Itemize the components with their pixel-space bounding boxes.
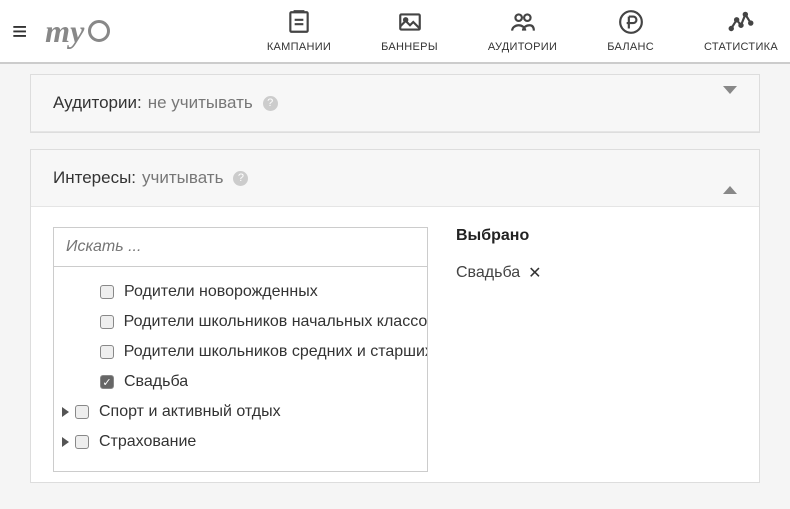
tree-label: Родители школьников начальных классов	[124, 313, 427, 331]
topbar: ≡ my КАМПАНИИ БАННЕРЫ АУДИТОРИИ	[0, 0, 790, 64]
audiences-icon	[510, 9, 536, 35]
nav-stats[interactable]: СТАТИСТИКА	[704, 9, 778, 53]
logo-text: my	[45, 13, 84, 50]
panel-value: учитывать	[142, 168, 223, 188]
tree-item[interactable]: Родители новорожденных	[54, 277, 427, 307]
stats-icon	[728, 9, 754, 35]
panel-title: Аудитории:	[53, 93, 142, 113]
checkbox-unchecked[interactable]	[100, 285, 114, 299]
chevron-down-icon	[723, 94, 737, 112]
tree-column: Родители новорожденных Родители школьник…	[53, 227, 428, 472]
checkbox-unchecked[interactable]	[100, 315, 114, 329]
tree-label: Спорт и активный отдых	[99, 403, 281, 421]
panel-audiences: Аудитории: не учитывать ?	[30, 74, 760, 133]
nav-audiences[interactable]: АУДИТОРИИ	[488, 9, 557, 53]
close-icon[interactable]: ✕	[528, 263, 541, 283]
banners-icon	[397, 9, 423, 35]
tree-label: Родители школьников средних и старших	[124, 343, 427, 361]
checkbox-checked[interactable]: ✓	[100, 375, 114, 389]
nav-label: БАЛАНС	[607, 41, 654, 53]
interest-tree[interactable]: Родители новорожденных Родители школьник…	[53, 267, 428, 472]
balance-icon	[618, 9, 644, 35]
panel-title: Интересы:	[53, 168, 136, 188]
nav-label: БАННЕРЫ	[381, 41, 438, 53]
tree-item[interactable]: ✓ Свадьба	[54, 367, 427, 397]
content: Аудитории: не учитывать ? Интересы: учит…	[0, 64, 790, 509]
chevron-up-icon	[723, 169, 737, 187]
checkbox-unchecked[interactable]	[75, 435, 89, 449]
caret-right-icon[interactable]	[62, 437, 69, 447]
help-icon[interactable]: ?	[233, 171, 248, 186]
nav-banners[interactable]: БАННЕРЫ	[381, 9, 438, 53]
tree-inner: Родители новорожденных Родители школьник…	[54, 267, 427, 467]
checkbox-unchecked[interactable]	[100, 345, 114, 359]
campaigns-icon	[286, 9, 312, 35]
selected-item: Свадьба ✕	[456, 263, 737, 283]
tree-item[interactable]: Родители школьников средних и старших	[54, 337, 427, 367]
nav-label: КАМПАНИИ	[267, 41, 331, 53]
tree-label: Свадьба	[124, 373, 188, 391]
selected-title: Выбрано	[456, 227, 737, 245]
tree-group[interactable]: Страхование	[54, 427, 427, 457]
tree-group[interactable]: Спорт и активный отдых	[54, 397, 427, 427]
nav-label: СТАТИСТИКА	[704, 41, 778, 53]
nav-balance[interactable]: БАЛАНС	[607, 9, 654, 53]
panel-header-interests[interactable]: Интересы: учитывать ?	[31, 150, 759, 207]
checkbox-unchecked[interactable]	[75, 405, 89, 419]
panel-body-interests: Родители новорожденных Родители школьник…	[31, 207, 759, 482]
help-icon[interactable]: ?	[263, 96, 278, 111]
panel-interests: Интересы: учитывать ? Родители новорожде…	[30, 149, 760, 483]
caret-right-icon[interactable]	[62, 407, 69, 417]
logo[interactable]: my	[45, 13, 110, 50]
panel-header-audiences[interactable]: Аудитории: не учитывать ?	[31, 75, 759, 132]
panel-value: не учитывать	[148, 93, 253, 113]
main-nav: КАМПАНИИ БАННЕРЫ АУДИТОРИИ БАЛАНС СТАТИС…	[267, 9, 778, 53]
tree-label: Родители новорожденных	[124, 283, 318, 301]
selected-column: Выбрано Свадьба ✕	[428, 227, 737, 472]
tree-label: Страхование	[99, 433, 196, 451]
tree-item[interactable]: Родители школьников начальных классов	[54, 307, 427, 337]
selected-item-label: Свадьба	[456, 264, 520, 282]
nav-campaigns[interactable]: КАМПАНИИ	[267, 9, 331, 53]
target-icon	[88, 20, 110, 42]
search-input[interactable]	[53, 227, 428, 267]
menu-icon[interactable]: ≡	[12, 16, 27, 47]
nav-label: АУДИТОРИИ	[488, 41, 557, 53]
